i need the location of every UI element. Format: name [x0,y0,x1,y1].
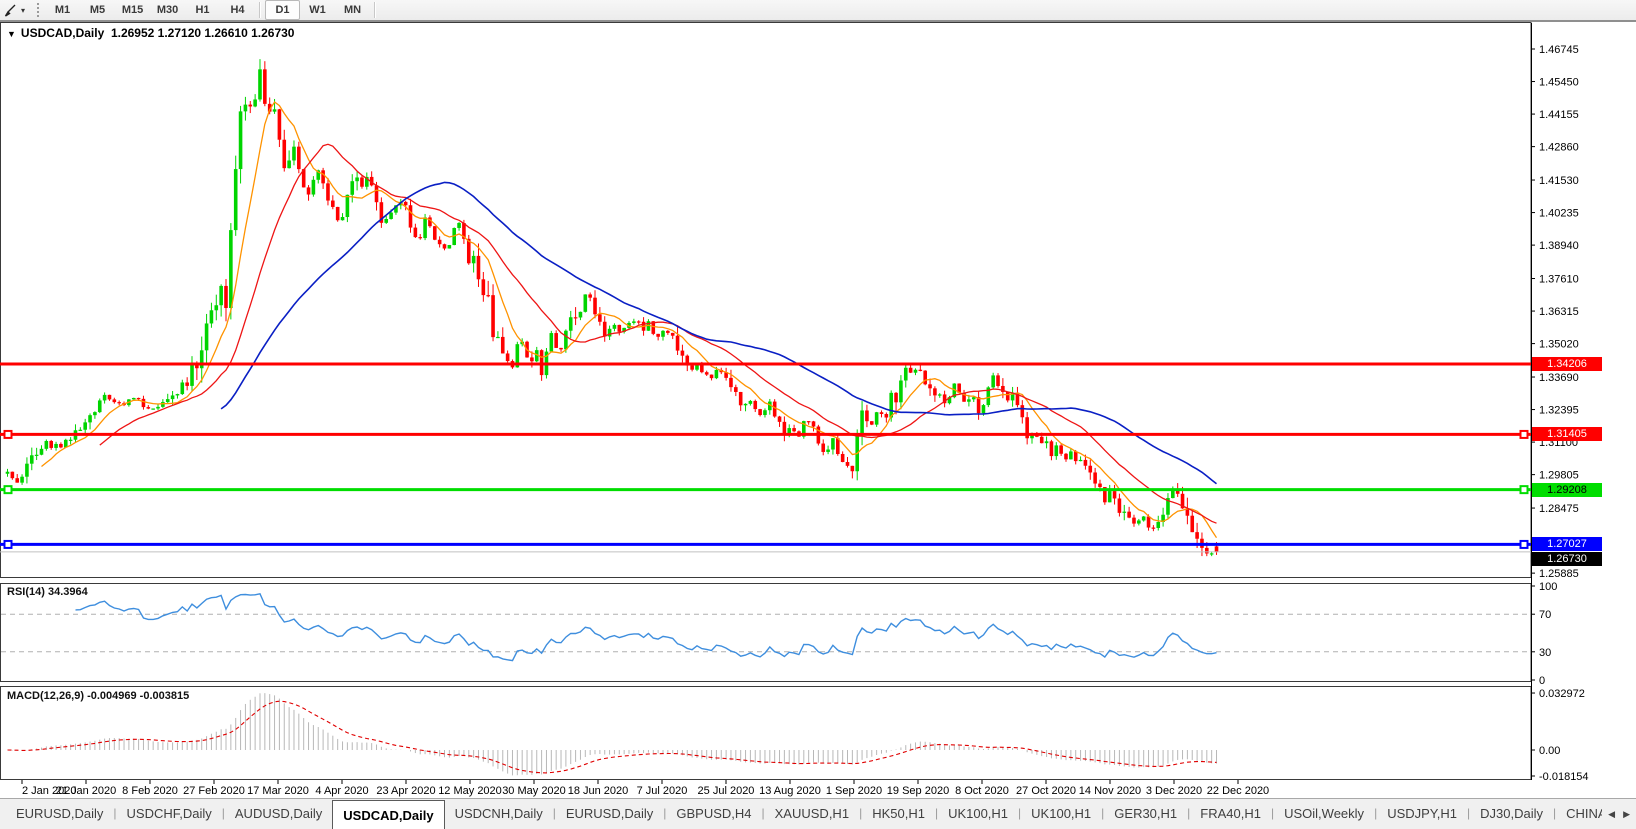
price-axis-label: 1.44155 [1539,109,1579,121]
tab-china300-h1[interactable]: CHINA300,H1 [1556,799,1602,829]
tab-scroll-right-icon[interactable]: ▶ [1623,809,1630,820]
macd-label: MACD(12,26,9) -0.004969 -0.003815 [7,690,189,702]
macd-axis-label: 0.00 [1539,745,1560,757]
date-axis-label: 27 Oct 2020 [1016,785,1076,797]
price-axis-label: 1.46745 [1539,44,1579,56]
price-axis-label: 1.42860 [1539,142,1579,154]
toolbar-separator [374,2,376,18]
rsi-axis-label: 100 [1539,581,1557,593]
price-axis-label: 1.36315 [1539,306,1579,318]
tab-scroll-left-icon[interactable]: ◀ [1608,809,1615,820]
price-axis-label: 1.32395 [1539,405,1579,417]
tab-xauusd-h1[interactable]: XAUUSD,H1 [765,799,859,829]
support-line-green-badge: 1.29208 [1532,483,1602,497]
support-line-blue-badge: 1.27027 [1532,537,1602,551]
tab-fra40-h1[interactable]: FRA40,H1 [1190,799,1271,829]
date-axis-label: 1 Sep 2020 [826,785,882,797]
rsi-axis-label: 70 [1539,609,1551,621]
caret-down-icon[interactable]: ▾ [21,6,25,15]
resistance-line-lower-badge: 1.31405 [1532,427,1602,441]
triangle-down-icon[interactable]: ▼ [7,29,16,39]
toolbar-separator [259,2,261,18]
toolbar-grip-handle[interactable] [37,3,39,17]
price-axis-label: 1.33690 [1539,372,1579,384]
timeframe-button-mn[interactable]: MN [335,0,370,20]
timeframe-button-h1[interactable]: H1 [185,0,220,20]
tab-uk100-h1[interactable]: UK100,H1 [938,799,1018,829]
date-axis-label: 13 Aug 2020 [759,785,821,797]
date-axis-label: 18 Jun 2020 [568,785,629,797]
macd-axis-label: 0.032972 [1539,688,1585,700]
chart-ohlc-values: 1.26952 1.27120 1.26610 1.26730 [111,26,295,40]
date-axis-label: 23 Apr 2020 [376,785,435,797]
rsi-label: RSI(14) 34.3964 [7,586,88,598]
rsi-axis-label: 30 [1539,647,1551,659]
resistance-line-upper-badge: 1.34206 [1532,357,1602,371]
price-axis-label: 1.40235 [1539,208,1579,220]
date-axis-label: 19 Sep 2020 [887,785,949,797]
timeframe-button-m1[interactable]: M1 [45,0,80,20]
tab-ger30-h1[interactable]: GER30,H1 [1104,799,1187,829]
price-axis-label: 1.25885 [1539,568,1579,580]
chart-symbol-label: USDCAD,Daily [21,26,104,40]
date-axis-label: 12 May 2020 [438,785,502,797]
resistance-line-lower-left-handle[interactable] [5,431,12,438]
macd-axis-label: -0.018154 [1539,771,1589,783]
timeframe-button-d1[interactable]: D1 [265,0,300,20]
date-axis-label: 22 Dec 2020 [1207,785,1269,797]
tab-eurusd-daily[interactable]: EURUSD,Daily [6,799,113,829]
support-line-green-left-handle[interactable] [5,486,12,493]
price-axis-label: 1.41530 [1539,175,1579,187]
timeframe-button-m30[interactable]: M30 [150,0,185,20]
support-line-blue-left-handle[interactable] [5,541,12,548]
tab-usdchf-daily[interactable]: USDCHF,Daily [117,799,222,829]
date-axis-label: 17 Mar 2020 [247,785,309,797]
symbol-tab-bar: EURUSD,Daily|USDCHF,Daily|AUDUSD,DailyUS… [0,798,1636,829]
timeframe-toolbar: ▾ M1M5M15M30H1H4 D1W1MN [0,0,1636,22]
timeframe-button-m5[interactable]: M5 [80,0,115,20]
chart-cursor-icon[interactable] [1,2,19,18]
price-axis-label: 1.38940 [1539,240,1579,252]
date-axis-label: 8 Feb 2020 [122,785,178,797]
date-axis-label: 7 Jul 2020 [637,785,688,797]
price-axis-label: 1.35020 [1539,339,1579,351]
price-axis-label: 1.28475 [1539,503,1579,515]
timeframe-button-w1[interactable]: W1 [300,0,335,20]
tab-hk50-h1[interactable]: HK50,H1 [862,799,935,829]
tab-uk100-h1[interactable]: UK100,H1 [1021,799,1101,829]
date-axis-label: 14 Nov 2020 [1079,785,1141,797]
chart-canvas[interactable]: 1.46745 1.45450 1.44155 1.42860 1.41530 1.402… [0,0,1636,829]
tab-usoil-weekly[interactable]: USOil,Weekly [1274,799,1374,829]
rsi-axis-label: 0 [1539,675,1545,687]
tab-dj30-daily[interactable]: DJ30,Daily [1470,799,1553,829]
tab-eurusd-daily[interactable]: EURUSD,Daily [556,799,663,829]
price-axis-label: 1.37610 [1539,274,1579,286]
tab-gbpusd-h4[interactable]: GBPUSD,H4 [666,799,761,829]
tab-usdjpy-h1[interactable]: USDJPY,H1 [1377,799,1467,829]
date-axis-label: 25 Jul 2020 [698,785,755,797]
mt4-window: 1.46745 1.45450 1.44155 1.42860 1.41530 1.402… [0,0,1636,829]
date-axis-label: 27 Feb 2020 [183,785,245,797]
date-axis-label: 30 May 2020 [502,785,566,797]
price-axis-label: 1.29805 [1539,470,1579,482]
date-axis-label: 4 Apr 2020 [315,785,368,797]
tab-usdcad-daily-active[interactable]: USDCAD,Daily [332,800,444,829]
timeframe-button-h4[interactable]: H4 [220,0,255,20]
tab-audusd-daily[interactable]: AUDUSD,Daily [225,799,332,829]
support-line-green-right-handle[interactable] [1521,486,1528,493]
price-axis-label: 1.45450 [1539,77,1579,89]
resistance-line-lower-right-handle[interactable] [1521,431,1528,438]
tab-usdcnh-daily[interactable]: USDCNH,Daily [445,799,553,829]
current-price-badge: 1.26730 [1532,552,1602,566]
timeframe-button-m15[interactable]: M15 [115,0,150,20]
chart-title: ▼ USDCAD,Daily 1.26952 1.27120 1.26610 1.… [7,26,294,40]
date-axis-label: 21 Jan 2020 [56,785,117,797]
support-line-blue-right-handle[interactable] [1521,541,1528,548]
date-axis-label: 3 Dec 2020 [1146,785,1202,797]
date-axis-label: 8 Oct 2020 [955,785,1009,797]
